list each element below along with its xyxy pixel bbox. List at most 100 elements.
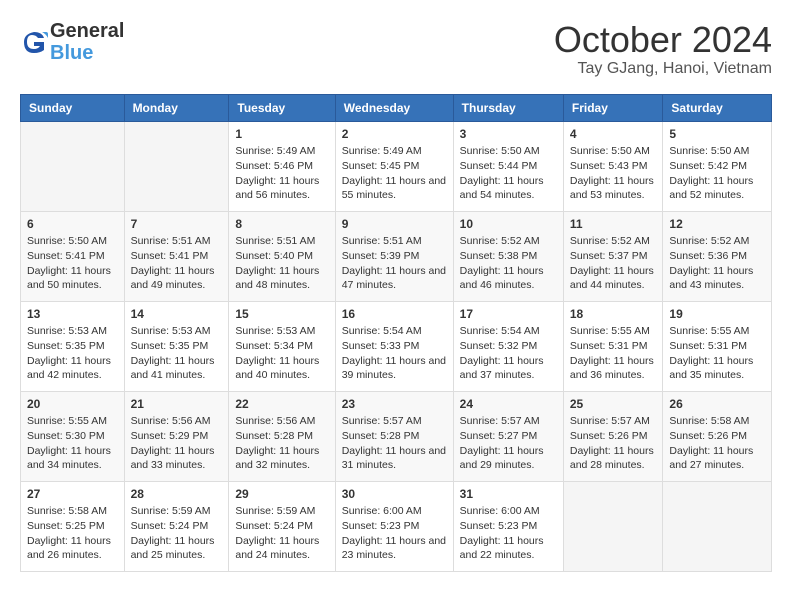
day-number: 4 — [570, 126, 657, 143]
day-content: Sunset: 5:41 PM — [131, 249, 223, 264]
day-content: Sunrise: 5:49 AM — [235, 144, 328, 159]
day-content: Sunset: 5:33 PM — [342, 339, 447, 354]
day-content: Sunrise: 5:57 AM — [460, 414, 557, 429]
day-content: Sunrise: 5:52 AM — [669, 234, 765, 249]
day-content: Daylight: 11 hours and 43 minutes. — [669, 264, 765, 293]
day-content: Sunrise: 5:58 AM — [27, 504, 118, 519]
header-tuesday: Tuesday — [229, 94, 335, 121]
header-sunday: Sunday — [21, 94, 125, 121]
day-content: Daylight: 11 hours and 29 minutes. — [460, 444, 557, 473]
day-content: Daylight: 11 hours and 44 minutes. — [570, 264, 657, 293]
calendar-cell: 19Sunrise: 5:55 AMSunset: 5:31 PMDayligh… — [663, 301, 772, 391]
day-content: Sunrise: 5:53 AM — [235, 324, 328, 339]
day-content: Sunrise: 5:53 AM — [131, 324, 223, 339]
day-content: Sunrise: 5:51 AM — [131, 234, 223, 249]
day-content: Sunset: 5:27 PM — [460, 429, 557, 444]
day-content: Daylight: 11 hours and 37 minutes. — [460, 354, 557, 383]
day-content: Sunset: 5:24 PM — [131, 519, 223, 534]
calendar-week-row: 6Sunrise: 5:50 AMSunset: 5:41 PMDaylight… — [21, 211, 772, 301]
calendar-week-row: 20Sunrise: 5:55 AMSunset: 5:30 PMDayligh… — [21, 391, 772, 481]
day-number: 18 — [570, 306, 657, 323]
calendar-cell: 25Sunrise: 5:57 AMSunset: 5:26 PMDayligh… — [563, 391, 663, 481]
day-content: Sunset: 5:26 PM — [570, 429, 657, 444]
day-content: Daylight: 11 hours and 47 minutes. — [342, 264, 447, 293]
day-content: Daylight: 11 hours and 40 minutes. — [235, 354, 328, 383]
calendar-cell: 8Sunrise: 5:51 AMSunset: 5:40 PMDaylight… — [229, 211, 335, 301]
calendar-cell: 16Sunrise: 5:54 AMSunset: 5:33 PMDayligh… — [335, 301, 453, 391]
day-content: Sunrise: 5:59 AM — [235, 504, 328, 519]
day-content: Daylight: 11 hours and 53 minutes. — [570, 174, 657, 203]
day-number: 27 — [27, 486, 118, 503]
day-number: 23 — [342, 396, 447, 413]
day-content: Sunrise: 5:56 AM — [131, 414, 223, 429]
day-content: Sunrise: 5:50 AM — [669, 144, 765, 159]
day-content: Sunrise: 5:57 AM — [570, 414, 657, 429]
day-content: Sunset: 5:29 PM — [131, 429, 223, 444]
day-content: Sunset: 5:31 PM — [570, 339, 657, 354]
logo: General Blue — [20, 20, 124, 64]
day-number: 29 — [235, 486, 328, 503]
day-content: Sunset: 5:28 PM — [235, 429, 328, 444]
calendar-cell: 5Sunrise: 5:50 AMSunset: 5:42 PMDaylight… — [663, 121, 772, 211]
day-content: Sunrise: 5:50 AM — [27, 234, 118, 249]
calendar-cell: 1Sunrise: 5:49 AMSunset: 5:46 PMDaylight… — [229, 121, 335, 211]
header-monday: Monday — [124, 94, 229, 121]
day-number: 1 — [235, 126, 328, 143]
day-content: Sunrise: 5:59 AM — [131, 504, 223, 519]
day-content: Sunset: 5:46 PM — [235, 159, 328, 174]
calendar-cell: 15Sunrise: 5:53 AMSunset: 5:34 PMDayligh… — [229, 301, 335, 391]
day-content: Sunrise: 5:50 AM — [460, 144, 557, 159]
day-content: Sunrise: 5:55 AM — [669, 324, 765, 339]
day-content: Daylight: 11 hours and 23 minutes. — [342, 534, 447, 563]
day-content: Sunset: 5:35 PM — [131, 339, 223, 354]
day-content: Daylight: 11 hours and 26 minutes. — [27, 534, 118, 563]
calendar-cell: 23Sunrise: 5:57 AMSunset: 5:28 PMDayligh… — [335, 391, 453, 481]
day-content: Daylight: 11 hours and 34 minutes. — [27, 444, 118, 473]
day-content: Sunset: 5:28 PM — [342, 429, 447, 444]
calendar-cell: 2Sunrise: 5:49 AMSunset: 5:45 PMDaylight… — [335, 121, 453, 211]
page-title: October 2024 — [554, 20, 772, 60]
calendar-cell: 6Sunrise: 5:50 AMSunset: 5:41 PMDaylight… — [21, 211, 125, 301]
day-content: Daylight: 11 hours and 32 minutes. — [235, 444, 328, 473]
calendar-cell — [663, 481, 772, 571]
day-content: Daylight: 11 hours and 55 minutes. — [342, 174, 447, 203]
day-content: Sunrise: 5:50 AM — [570, 144, 657, 159]
day-content: Sunrise: 5:51 AM — [235, 234, 328, 249]
calendar-cell: 17Sunrise: 5:54 AMSunset: 5:32 PMDayligh… — [453, 301, 563, 391]
day-content: Sunset: 5:38 PM — [460, 249, 557, 264]
day-number: 17 — [460, 306, 557, 323]
day-content: Daylight: 11 hours and 46 minutes. — [460, 264, 557, 293]
calendar-cell: 11Sunrise: 5:52 AMSunset: 5:37 PMDayligh… — [563, 211, 663, 301]
day-content: Sunrise: 5:54 AM — [342, 324, 447, 339]
calendar-week-row: 13Sunrise: 5:53 AMSunset: 5:35 PMDayligh… — [21, 301, 772, 391]
calendar-cell: 28Sunrise: 5:59 AMSunset: 5:24 PMDayligh… — [124, 481, 229, 571]
calendar-cell: 10Sunrise: 5:52 AMSunset: 5:38 PMDayligh… — [453, 211, 563, 301]
calendar-cell: 21Sunrise: 5:56 AMSunset: 5:29 PMDayligh… — [124, 391, 229, 481]
day-content: Sunrise: 5:55 AM — [27, 414, 118, 429]
day-content: Sunset: 5:44 PM — [460, 159, 557, 174]
day-content: Sunset: 5:42 PM — [669, 159, 765, 174]
calendar-week-row: 1Sunrise: 5:49 AMSunset: 5:46 PM Daylight… — [21, 121, 772, 211]
calendar-cell: 29Sunrise: 5:59 AMSunset: 5:24 PMDayligh… — [229, 481, 335, 571]
page-header: General Blue October 2024 Tay GJang, Han… — [20, 20, 772, 78]
day-content: Daylight: 11 hours and 33 minutes. — [131, 444, 223, 473]
day-number: 24 — [460, 396, 557, 413]
day-content: Sunset: 5:39 PM — [342, 249, 447, 264]
day-content: Sunset: 5:24 PM — [235, 519, 328, 534]
day-number: 13 — [27, 306, 118, 323]
calendar-cell: 3Sunrise: 5:50 AMSunset: 5:44 PMDaylight… — [453, 121, 563, 211]
calendar-table: SundayMondayTuesdayWednesdayThursdayFrid… — [20, 94, 772, 572]
day-content: Daylight: 11 hours and 25 minutes. — [131, 534, 223, 563]
page-subtitle: Tay GJang, Hanoi, Vietnam — [554, 60, 772, 78]
day-content: Sunset: 5:45 PM — [342, 159, 447, 174]
day-content: Sunset: 5:30 PM — [27, 429, 118, 444]
day-content: Sunset: 5:35 PM — [27, 339, 118, 354]
calendar-cell: 30Sunrise: 6:00 AMSunset: 5:23 PMDayligh… — [335, 481, 453, 571]
calendar-cell: 26Sunrise: 5:58 AMSunset: 5:26 PMDayligh… — [663, 391, 772, 481]
day-content: Sunrise: 5:53 AM — [27, 324, 118, 339]
day-content: Daylight: 11 hours and 27 minutes. — [669, 444, 765, 473]
calendar-cell — [563, 481, 663, 571]
day-content: Daylight: 11 hours and 54 minutes. — [460, 174, 557, 203]
day-content: Sunset: 5:34 PM — [235, 339, 328, 354]
day-number: 20 — [27, 396, 118, 413]
